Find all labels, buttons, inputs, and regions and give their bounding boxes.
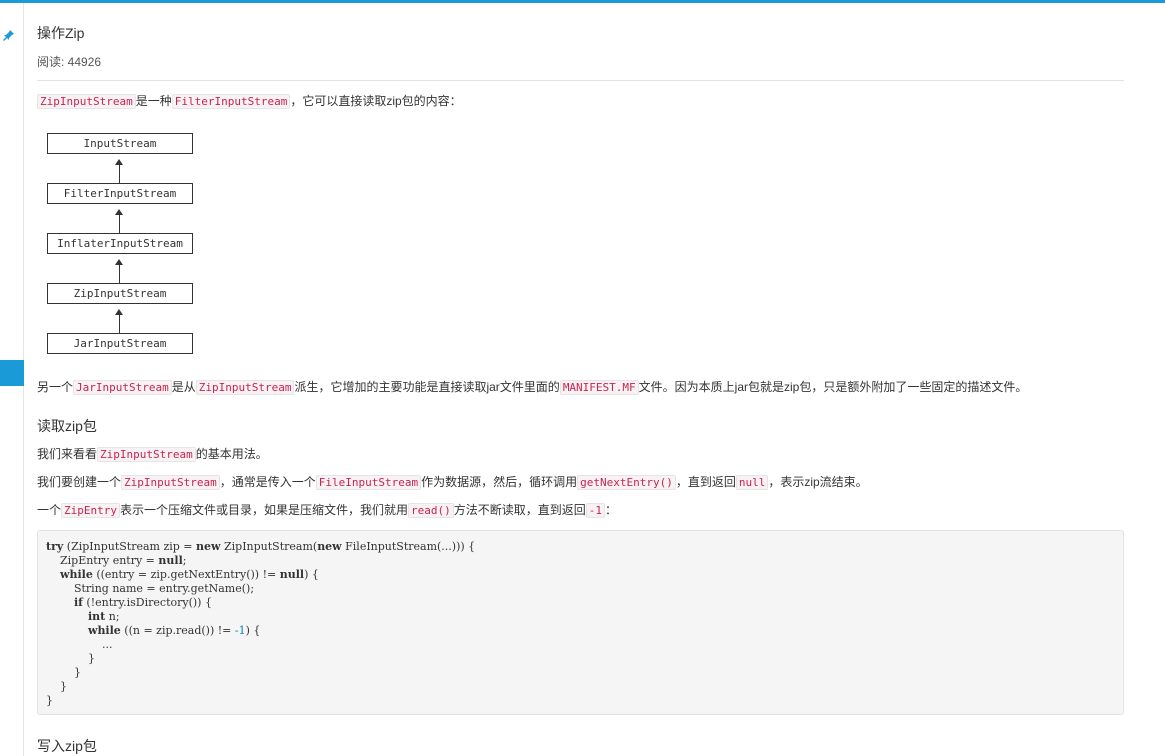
top-accent-bar — [0, 0, 1165, 3]
read-paragraph-1: 我们来看看 ZipInputStream 的基本用法。 — [37, 447, 268, 462]
code-line: ... — [46, 638, 113, 651]
code-line: try (ZipInputStream zip = new ZipInputSt… — [46, 540, 476, 553]
diagram-box: InputStream — [47, 133, 193, 154]
read-paragraph-3: 一个 ZipEntry 表示一个压缩文件或目录，如果是压缩文件，我们就用 read()… — [37, 503, 618, 518]
arrow-line — [119, 214, 120, 233]
code-line: String name = entry.getName(); — [46, 582, 255, 595]
diagram-box: InflaterInputStream — [47, 233, 193, 254]
page-title: 操作Zip — [37, 25, 85, 41]
code-line: int n; — [87, 610, 120, 623]
code-line: } — [46, 680, 67, 693]
read-paragraph-2: 我们要创建一个 ZipInputStream ，通常是传入一个 FileInputSt… — [37, 475, 868, 490]
active-section-marker[interactable] — [0, 360, 24, 386]
code-line: } — [46, 652, 95, 665]
code-line: while ((n = zip.read()) != -1) { — [87, 624, 261, 637]
inline-code: null — [735, 475, 769, 490]
inline-code: ZipEntry — [61, 503, 120, 518]
read-count: 阅读: 44926 — [37, 55, 102, 69]
section-heading-write: 写入zip包 — [37, 738, 97, 754]
inline-code: ZipInputStream — [97, 447, 196, 462]
left-toolbar — [0, 3, 24, 756]
code-line: ZipEntry entry = null; — [46, 554, 187, 567]
arrow-line — [119, 264, 120, 283]
code-line: } — [46, 694, 53, 707]
diagram-box: JarInputStream — [47, 333, 193, 354]
inline-code: getNextEntry() — [577, 475, 676, 490]
inline-code: MANIFEST.MF — [559, 380, 639, 395]
arrow-line — [119, 164, 120, 183]
section-heading-read: 读取zip包 — [37, 418, 97, 434]
code-line: if (!entry.isDirectory()) { — [73, 596, 212, 609]
jar-paragraph: 另一个 JarInputStream 是从 ZipInputStream 派生，它增加的… — [37, 380, 1028, 395]
inline-code: -1 — [585, 503, 606, 518]
intro-paragraph: ZipInputStream 是一种 FilterInputStream ，它可以直接… — [37, 92, 462, 111]
divider — [37, 80, 1124, 81]
pin-icon[interactable] — [2, 29, 16, 43]
code-line: while ((entry = zip.getNextEntry()) != n… — [60, 568, 319, 581]
inline-code: ZipInputStream — [195, 380, 295, 395]
diagram-box: FilterInputStream — [47, 183, 193, 204]
code-line: } — [46, 666, 81, 679]
code-block[interactable]: try (ZipInputStream zip = new ZipInputSt… — [37, 530, 1124, 715]
diagram-box: ZipInputStream — [47, 283, 193, 304]
inline-code: FileInputStream — [315, 475, 422, 490]
inline-code: JarInputStream — [73, 380, 172, 395]
arrow-line — [119, 314, 120, 333]
inline-code: read() — [408, 503, 454, 518]
class-hierarchy-diagram: InputStream FilterInputStream InflaterIn… — [47, 133, 193, 355]
inline-code: ZipInputStream — [121, 475, 220, 490]
inline-code: ZipInputStream — [37, 94, 136, 109]
inline-code: FilterInputStream — [171, 94, 291, 109]
